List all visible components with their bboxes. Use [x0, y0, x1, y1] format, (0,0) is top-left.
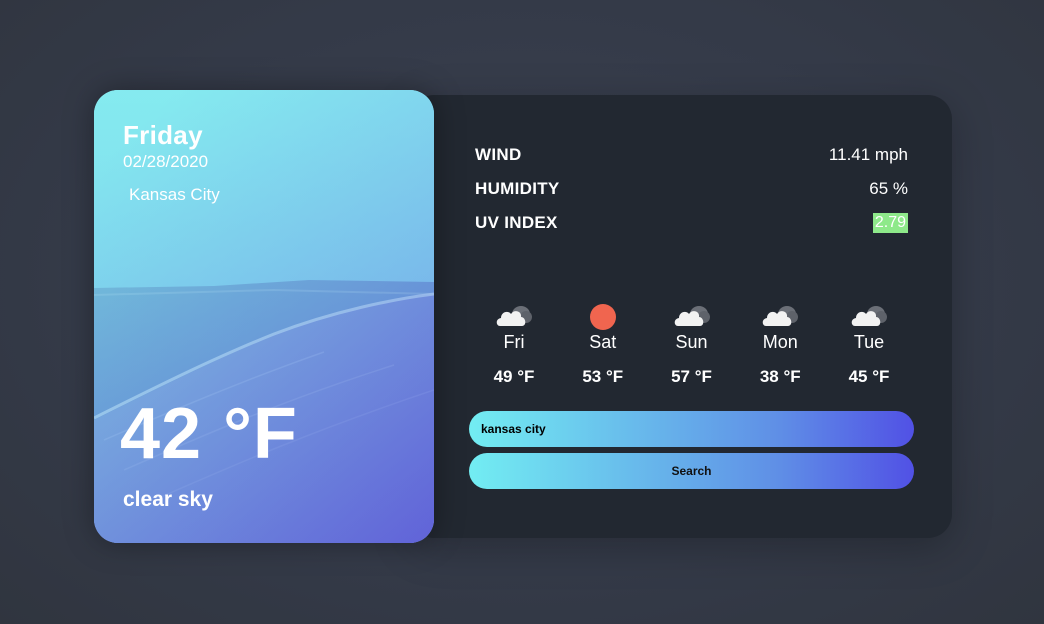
- stat-row-wind: WIND 11.41 mph: [475, 138, 908, 172]
- forecast-day-label: Sun: [675, 332, 708, 352]
- current-date: 02/28/2020: [123, 152, 209, 171]
- forecast-temp: 38 °F: [759, 367, 801, 386]
- current-day: Friday: [123, 120, 203, 150]
- current-temperature: 42 °F: [120, 394, 298, 474]
- forecast-day: Fri 49 °F: [475, 300, 553, 387]
- forecast-temp: 45 °F: [848, 367, 890, 386]
- cloud-icon: [672, 300, 712, 332]
- stat-value: 11.41 mph: [828, 145, 908, 164]
- city-search-input[interactable]: [469, 411, 914, 447]
- forecast-day: Mon 38 °F: [741, 300, 819, 387]
- stat-label: HUMIDITY: [475, 179, 560, 198]
- cloud-icon: [760, 300, 800, 332]
- cloud-icon: [494, 300, 534, 332]
- stat-value: 65 %: [869, 179, 908, 198]
- current-weather-card: Friday 02/28/2020 Kansas City 42 °F clea…: [94, 90, 434, 543]
- forecast-day: Sun 57 °F: [653, 300, 731, 387]
- stat-label: WIND: [475, 145, 522, 164]
- weather-stats: WIND 11.41 mph HUMIDITY 65 % UV INDEX 2.…: [475, 138, 908, 240]
- forecast-list: Fri 49 °F Sat 53 °F Sun 57 °F Mon 38 °F …: [469, 300, 914, 387]
- cloud-icon: [849, 300, 889, 332]
- forecast-temp: 57 °F: [671, 367, 712, 386]
- uv-index-badge: 2.79: [872, 213, 908, 233]
- forecast-temp: 53 °F: [582, 367, 624, 386]
- stat-row-uv-index: UV INDEX 2.79: [475, 206, 908, 240]
- location-name: Kansas City: [129, 185, 220, 204]
- forecast-day-label: Fri: [503, 332, 525, 352]
- search-button[interactable]: Search: [469, 453, 914, 489]
- sun-icon: [583, 300, 623, 332]
- stat-label: UV INDEX: [475, 213, 558, 232]
- forecast-day: Sat 53 °F: [564, 300, 642, 387]
- location-icon: [123, 193, 127, 197]
- forecast-day: Tue 45 °F: [830, 300, 908, 387]
- forecast-temp: 49 °F: [493, 367, 535, 386]
- weather-description: clear sky: [123, 488, 213, 511]
- forecast-day-label: Sat: [589, 332, 617, 352]
- location: Kansas City: [123, 185, 220, 205]
- forecast-day-label: Tue: [853, 332, 885, 352]
- app-stage: Friday 02/28/2020 Kansas City 42 °F clea…: [0, 0, 1044, 624]
- stat-row-humidity: HUMIDITY 65 %: [475, 172, 908, 206]
- forecast-day-label: Mon: [762, 332, 798, 352]
